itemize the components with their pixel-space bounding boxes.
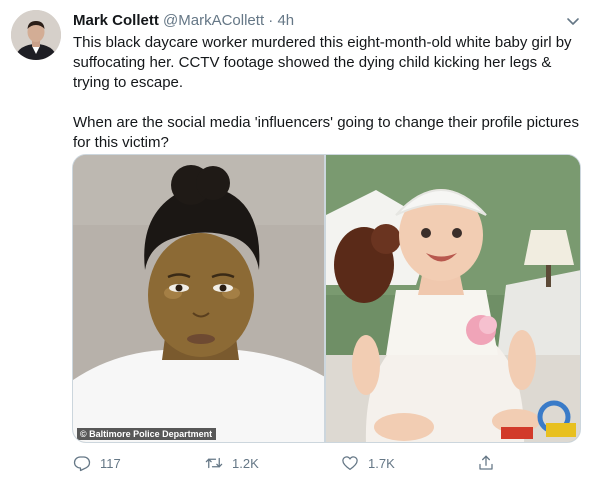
mugshot-image bbox=[73, 155, 324, 442]
tweet-text: This black daycare worker murdered this … bbox=[73, 33, 585, 153]
heart-icon bbox=[342, 456, 358, 471]
share-icon bbox=[479, 455, 493, 470]
like-button[interactable]: 1.7K bbox=[341, 452, 395, 474]
author-name[interactable]: Mark Collett bbox=[73, 12, 159, 29]
tweet-menu-button[interactable] bbox=[564, 12, 582, 30]
tweet-media: © Baltimore Police Department bbox=[72, 154, 581, 443]
tweet-timestamp[interactable]: 4h bbox=[277, 12, 294, 29]
media-photo-1[interactable]: © Baltimore Police Department bbox=[73, 155, 324, 442]
avatar[interactable] bbox=[11, 10, 61, 60]
reply-count: 117 bbox=[100, 455, 121, 471]
tweet-actions: 117 1.2K 1.7K bbox=[73, 452, 503, 474]
like-count: 1.7K bbox=[368, 455, 395, 471]
separator-dot: · bbox=[268, 12, 274, 29]
photo-credit: © Baltimore Police Department bbox=[77, 428, 217, 440]
retweet-button[interactable]: 1.2K bbox=[205, 452, 259, 474]
tweet: Mark Collett @MarkACollett · 4h This bla… bbox=[0, 0, 592, 478]
tweet-header: Mark Collett @MarkACollett · 4h bbox=[73, 11, 294, 31]
baby-photo-image bbox=[326, 155, 580, 442]
author-handle[interactable]: @MarkACollett bbox=[163, 12, 264, 29]
share-button[interactable] bbox=[477, 452, 504, 474]
tweet-text-paragraph-1: This black daycare worker murdered this … bbox=[73, 34, 572, 91]
reply-button[interactable]: 117 bbox=[73, 452, 121, 474]
media-photo-2[interactable] bbox=[326, 155, 580, 442]
reply-icon bbox=[73, 456, 91, 472]
retweet-icon bbox=[205, 457, 223, 469]
tweet-text-paragraph-2: When are the social media 'influencers' … bbox=[73, 114, 580, 151]
retweet-count: 1.2K bbox=[232, 455, 259, 471]
chevron-down-icon bbox=[567, 18, 579, 25]
avatar-image bbox=[11, 10, 61, 60]
